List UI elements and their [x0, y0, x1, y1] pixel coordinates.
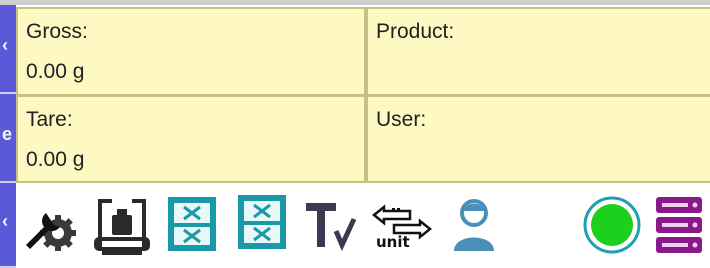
status-indicator[interactable] [582, 191, 642, 257]
gross-value: 0.00 g [26, 60, 85, 83]
tare-value: 0.00 g [26, 148, 85, 171]
weighing-terminal-screen: ‹ e ‹ Gross: 0.00 g Product: Tare: 0.00 … [0, 0, 710, 268]
scale-weight-icon [94, 199, 150, 255]
tv-icon [306, 203, 357, 252]
server-icon [656, 197, 702, 253]
side-tab-1[interactable]: ‹ [0, 5, 16, 94]
gross-cell: Gross: 0.00 g [18, 9, 364, 94]
user-cell[interactable]: User: [368, 97, 710, 181]
top-border [0, 0, 710, 5]
settings-button[interactable] [20, 191, 80, 257]
side-tab-icon: ‹ [2, 35, 8, 55]
user-label: User: [376, 108, 427, 131]
side-tab-icon: ‹ [2, 211, 8, 231]
unit-button[interactable]: unit [370, 191, 434, 257]
tare-cell: Tare: 0.00 g [18, 97, 364, 181]
user-login-button[interactable] [446, 191, 502, 257]
wrench-gear-icon [26, 213, 76, 251]
status-green-dot-icon [583, 196, 641, 254]
gross-label: Gross: [26, 20, 88, 43]
unit-swap-icon: unit [371, 204, 433, 251]
user-icon [454, 199, 494, 251]
database-x-icon [238, 195, 286, 249]
product-cell[interactable]: Product: [368, 9, 710, 94]
bottom-toolbar: unit [16, 183, 710, 268]
product-label: Product: [376, 20, 455, 43]
tare-label: Tare: [26, 108, 73, 131]
database-button[interactable] [236, 191, 288, 257]
info-panel: Gross: 0.00 g Product: Tare: 0.00 g User… [16, 7, 710, 183]
left-side-tabs: ‹ e ‹ [0, 5, 16, 268]
side-tab-2[interactable]: e [0, 94, 16, 183]
tare-value-button[interactable] [304, 191, 360, 257]
unit-text: unit [376, 233, 410, 251]
side-tab-icon: e [2, 124, 13, 144]
products-database-button[interactable] [166, 191, 218, 257]
server-button[interactable] [652, 191, 706, 257]
tare-button[interactable] [92, 191, 152, 257]
side-tab-3[interactable]: ‹ [0, 183, 16, 268]
database-x-icon [168, 197, 216, 251]
